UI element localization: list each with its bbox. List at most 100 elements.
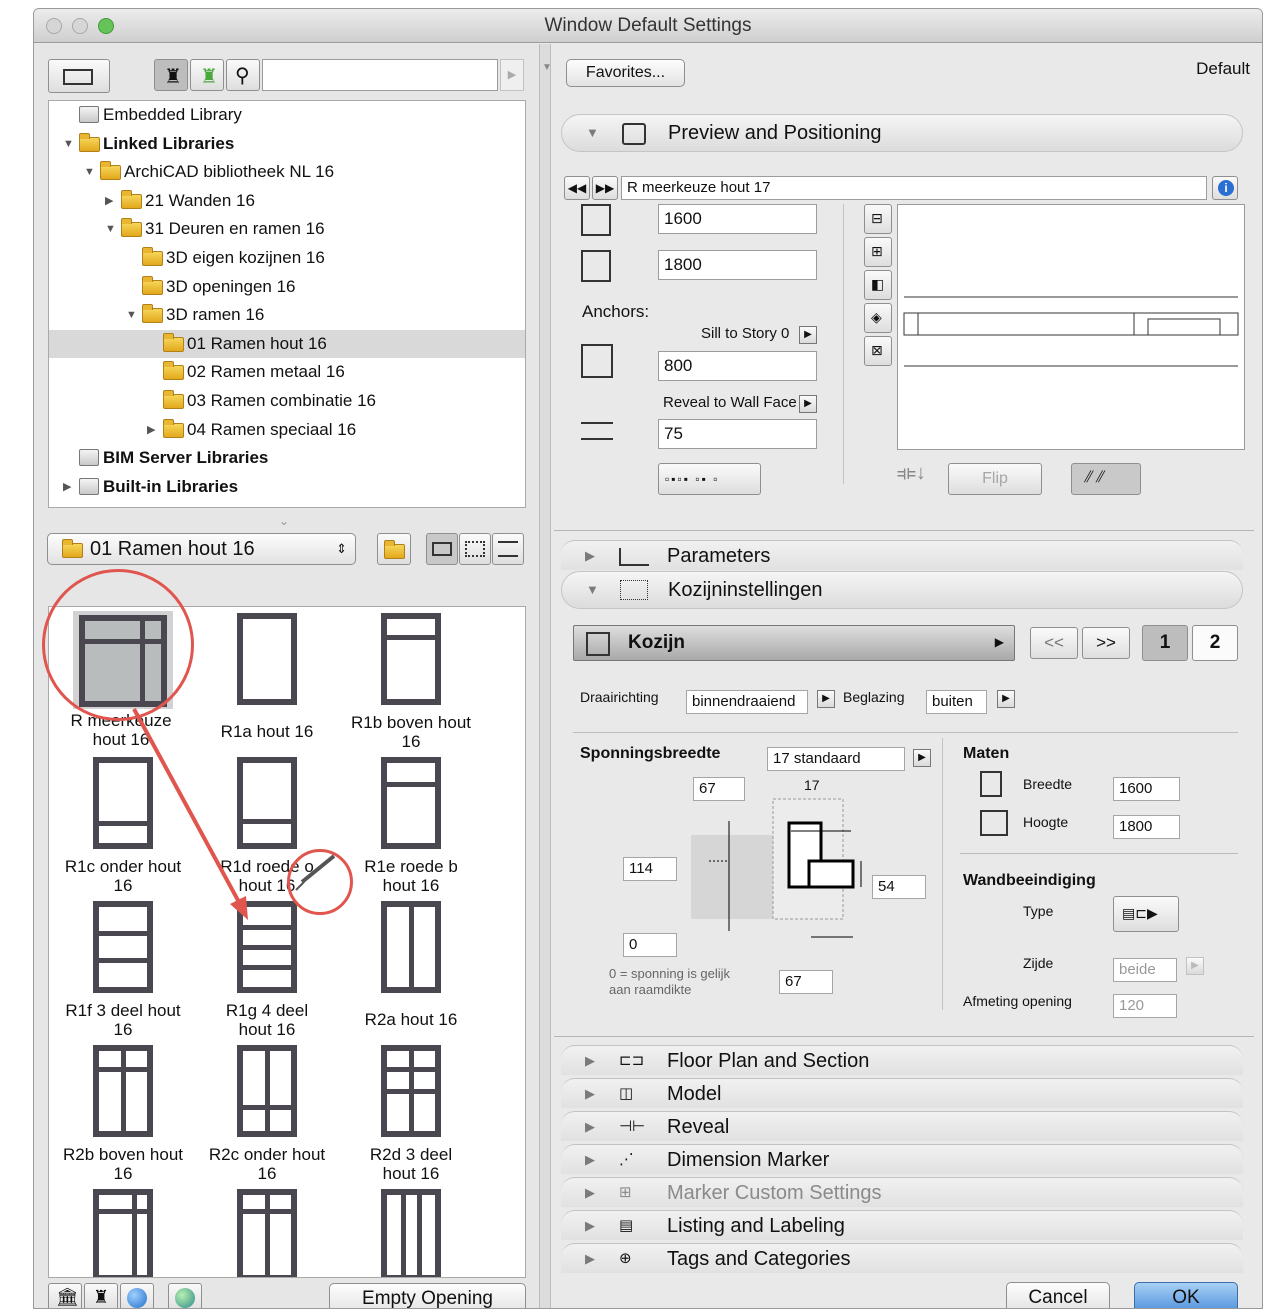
draairichting-popup[interactable]: ▶ <box>817 690 835 708</box>
object-item[interactable]: R1b boven hout 16 <box>339 609 483 754</box>
object-item[interactable]: R1a hout 16 <box>195 609 339 754</box>
section-header[interactable]: ▶ ⋰ Dimension Marker <box>561 1144 1243 1174</box>
tree-row[interactable]: BIM Server Libraries <box>49 444 525 472</box>
large-icons-view-button[interactable] <box>426 533 458 565</box>
height-field[interactable]: 1800 <box>658 250 817 280</box>
search-go-button[interactable]: ▶ <box>500 59 524 91</box>
type-button[interactable]: ▤⊏▶ <box>1113 896 1179 932</box>
kozijninstellingen-header[interactable]: ▼ Kozijninstellingen <box>561 571 1243 609</box>
tree-row[interactable]: 02 Ramen metaal 16 <box>49 358 525 386</box>
tree-row[interactable]: 03 Ramen combinatie 16 <box>49 387 525 415</box>
folder-select[interactable]: 01 Ramen hout 16 ⇕ <box>47 533 356 565</box>
page-1-button[interactable]: 1 <box>1142 625 1188 661</box>
object-item[interactable] <box>51 1185 195 1277</box>
width-field[interactable]: 1600 <box>658 204 817 234</box>
section-header[interactable]: ▶ ⊞ Marker Custom Settings <box>561 1177 1243 1207</box>
disclosure-closed-icon[interactable]: ▶ <box>63 473 77 501</box>
sponning-popup[interactable]: ▶ <box>913 749 931 767</box>
object-item[interactable] <box>195 1185 339 1277</box>
sill-popup-button[interactable]: ▶ <box>799 326 817 344</box>
tree-row[interactable]: ▼ 31 Deuren en ramen 16 <box>49 215 525 243</box>
globe-button[interactable] <box>120 1283 154 1308</box>
dim-67-bottom-field[interactable]: 67 <box>779 970 833 994</box>
page-2-button[interactable]: 2 <box>1192 625 1238 661</box>
view-mode-button[interactable] <box>48 59 110 93</box>
tree-row[interactable]: 3D eigen kozijnen 16 <box>49 244 525 272</box>
breedte-field[interactable]: 1600 <box>1113 777 1180 801</box>
reveal-field[interactable]: 75 <box>658 419 817 449</box>
zijde-field[interactable]: beide <box>1113 958 1177 982</box>
reveal-popup-button[interactable]: ▶ <box>799 395 817 413</box>
tree-row[interactable]: ▼ ArchiCAD bibliotheek NL 16 <box>49 158 525 186</box>
prev-object-button[interactable]: ◀◀ <box>564 176 590 200</box>
object-item[interactable] <box>339 1185 483 1277</box>
section-header[interactable]: ▶ ⊕ Tags and Categories <box>561 1243 1243 1273</box>
beglazing-field[interactable]: buiten <box>926 690 987 714</box>
library-tree[interactable]: Embedded Library ▼ Linked Libraries ▼ ArchiC… <box>48 100 526 508</box>
ok-button[interactable]: OK <box>1134 1282 1238 1308</box>
minimize-icon[interactable] <box>72 18 88 34</box>
next-page-button[interactable]: >> <box>1082 627 1130 659</box>
section-header[interactable]: ▶ ▤ Listing and Labeling <box>561 1210 1243 1240</box>
folder-up-button[interactable] <box>377 533 411 565</box>
dim-0-field[interactable]: 0 <box>623 933 677 957</box>
opening-side-buttons[interactable]: ⫽ ⫽ <box>1071 463 1141 495</box>
cancel-button[interactable]: Cancel <box>1006 1282 1110 1308</box>
section-header[interactable]: ▶ ◫ Model <box>561 1078 1243 1108</box>
favorites-button[interactable]: Favorites... <box>566 59 685 87</box>
panel-splitter[interactable]: ▼ <box>539 44 552 1308</box>
add-object-button[interactable]: ♜ <box>84 1283 118 1308</box>
section-header[interactable]: ▶ ⊣⊢ Reveal <box>561 1111 1243 1141</box>
object-item[interactable]: R1g 4 deel hout 16 <box>195 897 339 1042</box>
zijde-popup[interactable]: ▶ <box>1186 957 1204 975</box>
disclosure-closed-icon[interactable]: ▶ <box>147 416 161 444</box>
disclosure-open-icon[interactable]: ▼ <box>105 215 119 243</box>
front-view-button[interactable]: ⊞ <box>864 237 892 267</box>
search-input[interactable] <box>262 59 498 91</box>
sill-field[interactable]: 800 <box>658 351 817 381</box>
beglazing-popup[interactable]: ▶ <box>997 690 1015 708</box>
disclosure-open-icon[interactable]: ▼ <box>84 158 98 186</box>
tree-row[interactable]: 3D openingen 16 <box>49 273 525 301</box>
empty-opening-button[interactable]: Empty Opening <box>329 1283 526 1308</box>
info-button[interactable]: i <box>1212 176 1238 200</box>
resize-handle[interactable]: ⌄ <box>279 514 289 528</box>
next-object-button[interactable]: ▶▶ <box>592 176 618 200</box>
side-view-button[interactable]: ◧ <box>864 270 892 300</box>
library-chair-button[interactable]: ♜ <box>154 59 188 91</box>
download-button[interactable] <box>168 1283 202 1308</box>
section-header[interactable]: ▶ ⊏⊐ Floor Plan and Section <box>561 1045 1243 1075</box>
search-button[interactable]: ⚲ <box>226 59 260 91</box>
prev-page-button[interactable]: << <box>1030 627 1078 659</box>
3d-view-button[interactable]: ◈ <box>864 303 892 333</box>
reveal-mode-buttons[interactable]: ▫▪▫▪ ▫▪ ▫ <box>658 463 761 495</box>
hoogte-field[interactable]: 1800 <box>1113 815 1180 839</box>
library-manager-button[interactable]: 🏛 <box>48 1283 82 1308</box>
sponning-field[interactable]: 17 standaard <box>767 747 905 771</box>
tree-row[interactable]: ▼ Linked Libraries <box>49 130 525 158</box>
object-item[interactable]: R2c onder hout 16 <box>195 1041 339 1186</box>
list-view-button[interactable] <box>492 533 524 565</box>
disclosure-open-icon[interactable]: ▼ <box>126 301 140 329</box>
preview-positioning-header[interactable]: ▼ Preview and Positioning <box>561 114 1243 152</box>
small-icons-view-button[interactable] <box>459 533 491 565</box>
disclosure-closed-icon[interactable]: ▶ <box>105 187 119 215</box>
plan-view-button[interactable]: ⊟ <box>864 204 892 234</box>
disclosure-open-icon[interactable]: ▼ <box>63 130 77 158</box>
object-name-field[interactable]: R meerkeuze hout 17 <box>621 176 1207 200</box>
object-item[interactable]: R2d 3 deel hout 16 <box>339 1041 483 1186</box>
tree-row[interactable]: 01 Ramen hout 16 <box>49 329 525 358</box>
tree-row[interactable]: ▶ Built-in Libraries <box>49 473 525 501</box>
object-item[interactable]: R2b boven hout 16 <box>51 1041 195 1186</box>
object-item[interactable]: R1c onder hout 16 <box>51 753 195 898</box>
flip-button[interactable]: Flip <box>948 463 1042 495</box>
parameters-header[interactable]: ▶ Parameters <box>561 540 1243 570</box>
object-item[interactable]: R2a hout 16 <box>339 897 483 1042</box>
dim-114-field[interactable]: 114 <box>623 857 677 881</box>
close-icon[interactable] <box>46 18 62 34</box>
object-item[interactable]: R1e roede b hout 16 <box>339 753 483 898</box>
tree-row[interactable]: ▶ 21 Wanden 16 <box>49 187 525 215</box>
zoom-icon[interactable] <box>98 18 114 34</box>
afmeting-field[interactable]: 120 <box>1113 994 1177 1018</box>
kozijn-tab-select[interactable]: Kozijn ▶ <box>573 625 1015 661</box>
